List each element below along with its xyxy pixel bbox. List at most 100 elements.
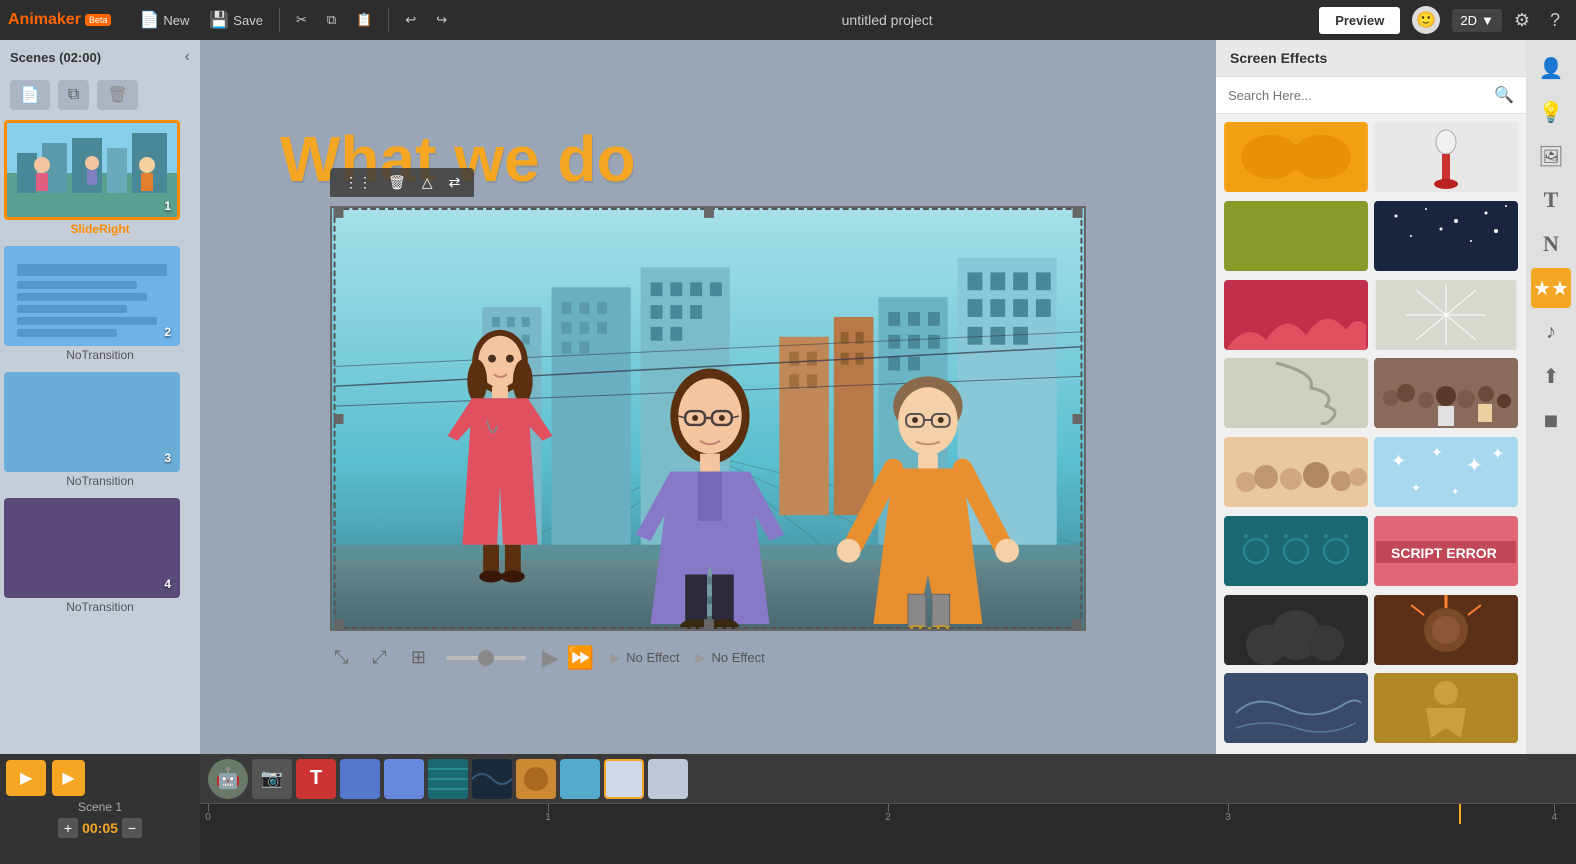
scene-thumb-3[interactable]: 3 — [4, 372, 180, 472]
timeline-selected-item-2[interactable] — [648, 759, 688, 799]
effect-thumb-1[interactable] — [1224, 122, 1368, 192]
scenes-title: Scenes (02:00) — [10, 50, 101, 65]
help-button[interactable]: ? — [1542, 6, 1568, 35]
svg-text:SCRIPT ERROR: SCRIPT ERROR — [1391, 545, 1497, 561]
effects-button[interactable]: ★★ — [1531, 268, 1571, 308]
fit-view-button[interactable]: ⤡ — [330, 643, 352, 672]
add-scene-button[interactable]: 📄 — [10, 80, 50, 110]
scene-item-4[interactable]: 4 NoTransition — [4, 498, 196, 616]
effect-thumb-9[interactable] — [1224, 437, 1368, 507]
timeline-wave-item[interactable] — [472, 759, 512, 799]
delete-scene-button[interactable]: 🗑 — [97, 80, 137, 110]
new-button[interactable]: 📄 New — [131, 6, 197, 34]
play-from-start-button[interactable]: ▶ — [6, 760, 46, 796]
settings-button[interactable]: ⚙ — [1506, 6, 1538, 35]
timeline-sky-item[interactable] — [560, 759, 600, 799]
undo-button[interactable]: ↩ — [397, 8, 424, 32]
scene-thumb-4[interactable]: 4 — [4, 498, 180, 598]
scene-item-3[interactable]: 3 NoTransition — [4, 372, 196, 490]
images-button[interactable]: 🖼 — [1531, 136, 1571, 176]
zoom-slider[interactable] — [446, 656, 526, 660]
ruler-mark-2 — [888, 804, 889, 812]
time-plus-button[interactable]: + — [58, 818, 78, 838]
zoom-track[interactable] — [446, 656, 526, 660]
move-tool-button[interactable]: ⋮⋮ — [338, 172, 378, 193]
effect-thumb-11[interactable] — [1224, 516, 1368, 586]
top-bar: Animaker Beta 📄 New 💾 Save ✂ ⧉ 📋 ↩ ↪ unt… — [0, 0, 1576, 40]
text-button[interactable]: T — [1531, 180, 1571, 220]
timeline-blue-item[interactable] — [340, 759, 380, 799]
ruler-mark-4 — [1554, 804, 1555, 812]
scene-item-1[interactable]: 1 SlideRight — [4, 120, 196, 238]
scene-item-2[interactable]: 2 NoTransition — [4, 246, 196, 364]
upload-button[interactable]: ⬆ — [1531, 356, 1571, 396]
timeline-teal-item[interactable] — [428, 759, 468, 799]
effect-thumb-13[interactable] — [1224, 595, 1368, 665]
mode-selector[interactable]: 2D ▼ — [1452, 9, 1502, 32]
grid-icon: ⊞ — [411, 647, 426, 667]
effect-thumb-16[interactable] — [1374, 673, 1518, 743]
search-input[interactable] — [1228, 88, 1486, 103]
expand-view-button[interactable]: ⤢ — [368, 643, 390, 672]
timeline-selected-item-1[interactable] — [604, 759, 644, 799]
timeline-camera-icon[interactable]: 📷 — [252, 759, 292, 799]
time-minus-button[interactable]: − — [122, 818, 142, 838]
paste-button[interactable]: 📋 — [348, 8, 380, 32]
character-button[interactable]: 👤 — [1531, 48, 1571, 88]
effect-thumb-2[interactable] — [1374, 122, 1518, 192]
paste-icon: 📋 — [356, 12, 372, 28]
swap-tool-button[interactable]: ⇄ — [443, 172, 467, 193]
timeline-text-icon: T — [310, 767, 322, 790]
timeline-text-item[interactable]: T — [296, 759, 336, 799]
zoom-thumb[interactable] — [478, 650, 494, 666]
exit-effect-selector[interactable]: ▶ No Effect — [695, 650, 764, 666]
ruler-mark-0 — [208, 804, 209, 812]
delete-tool-button[interactable]: 🗑 — [382, 172, 412, 193]
scenes-collapse-button[interactable]: ‹ — [185, 48, 190, 66]
effect-thumb-3[interactable] — [1224, 201, 1368, 271]
fast-forward-button[interactable]: ⏩ — [567, 645, 594, 671]
effect-thumb-6[interactable] — [1374, 280, 1518, 350]
effect-thumb-15[interactable] — [1224, 673, 1368, 743]
music-button[interactable]: ♪ — [1531, 312, 1571, 352]
effect-thumb-5[interactable] — [1224, 280, 1368, 350]
play-button[interactable]: ▶ — [542, 645, 559, 671]
scene-num-1: 1 — [164, 199, 171, 213]
transitions-button[interactable]: ◼ — [1531, 400, 1571, 440]
fit-icon: ⤡ — [334, 647, 348, 667]
canvas-frame[interactable]: ⋮⋮ 🗑 △ ⇄ — [330, 206, 1086, 631]
timeline-orange-item[interactable] — [516, 759, 556, 799]
effect-thumb-10[interactable]: ✦ ✦ ✦ ✦ ✦ ✦ — [1374, 437, 1518, 507]
grid-view-button[interactable]: ⊞ — [407, 643, 430, 672]
scene-thumb-1[interactable]: 1 — [4, 120, 180, 220]
scene-thumb-2[interactable]: 2 — [4, 246, 180, 346]
effect-thumb-12[interactable]: SCRIPT ERROR — [1374, 516, 1518, 586]
copy-button[interactable]: ⧉ — [319, 8, 344, 32]
scene-label-bottom: Scene 1 — [6, 800, 194, 814]
intro-button[interactable]: N — [1531, 224, 1571, 264]
timeline-playhead[interactable] — [1459, 804, 1461, 824]
preview-button[interactable]: Preview — [1319, 7, 1400, 34]
effect-thumb-8[interactable] — [1374, 358, 1518, 428]
save-button[interactable]: 💾 Save — [201, 6, 271, 34]
timeline-robot-icon[interactable]: 🤖 — [208, 759, 248, 799]
canvas-controls: ⤡ ⤢ ⊞ ▶ ⏩ ▶ No Effect ▶ — [330, 643, 1086, 672]
effect-thumb-14[interactable] — [1374, 595, 1518, 665]
search-icon: 🔍 — [1494, 85, 1514, 105]
effect-thumb-4[interactable] — [1374, 201, 1518, 271]
effect-thumb-7[interactable] — [1224, 358, 1368, 428]
avatar: 🙂 — [1412, 6, 1440, 34]
cut-button[interactable]: ✂ — [288, 8, 315, 32]
entry-effect-arrow: ▶ — [610, 650, 620, 666]
timeline-lblue-item[interactable] — [384, 759, 424, 799]
entry-effect-selector[interactable]: ▶ No Effect — [610, 650, 679, 666]
gear-icon: ⚙ — [1514, 10, 1530, 30]
ruler-marks: 0 1 2 3 4 — [208, 804, 1568, 824]
character-icon: 👤 — [1539, 56, 1564, 81]
flip-tool-button[interactable]: △ — [416, 172, 439, 193]
redo-button[interactable]: ↪ — [428, 8, 455, 32]
play-button-small[interactable]: ▶ — [52, 760, 84, 796]
duplicate-scene-button[interactable]: ⧉ — [58, 80, 89, 110]
scenes-panel: Scenes (02:00) ‹ 📄 ⧉ 🗑 — [0, 40, 200, 754]
props-button[interactable]: 💡 — [1531, 92, 1571, 132]
